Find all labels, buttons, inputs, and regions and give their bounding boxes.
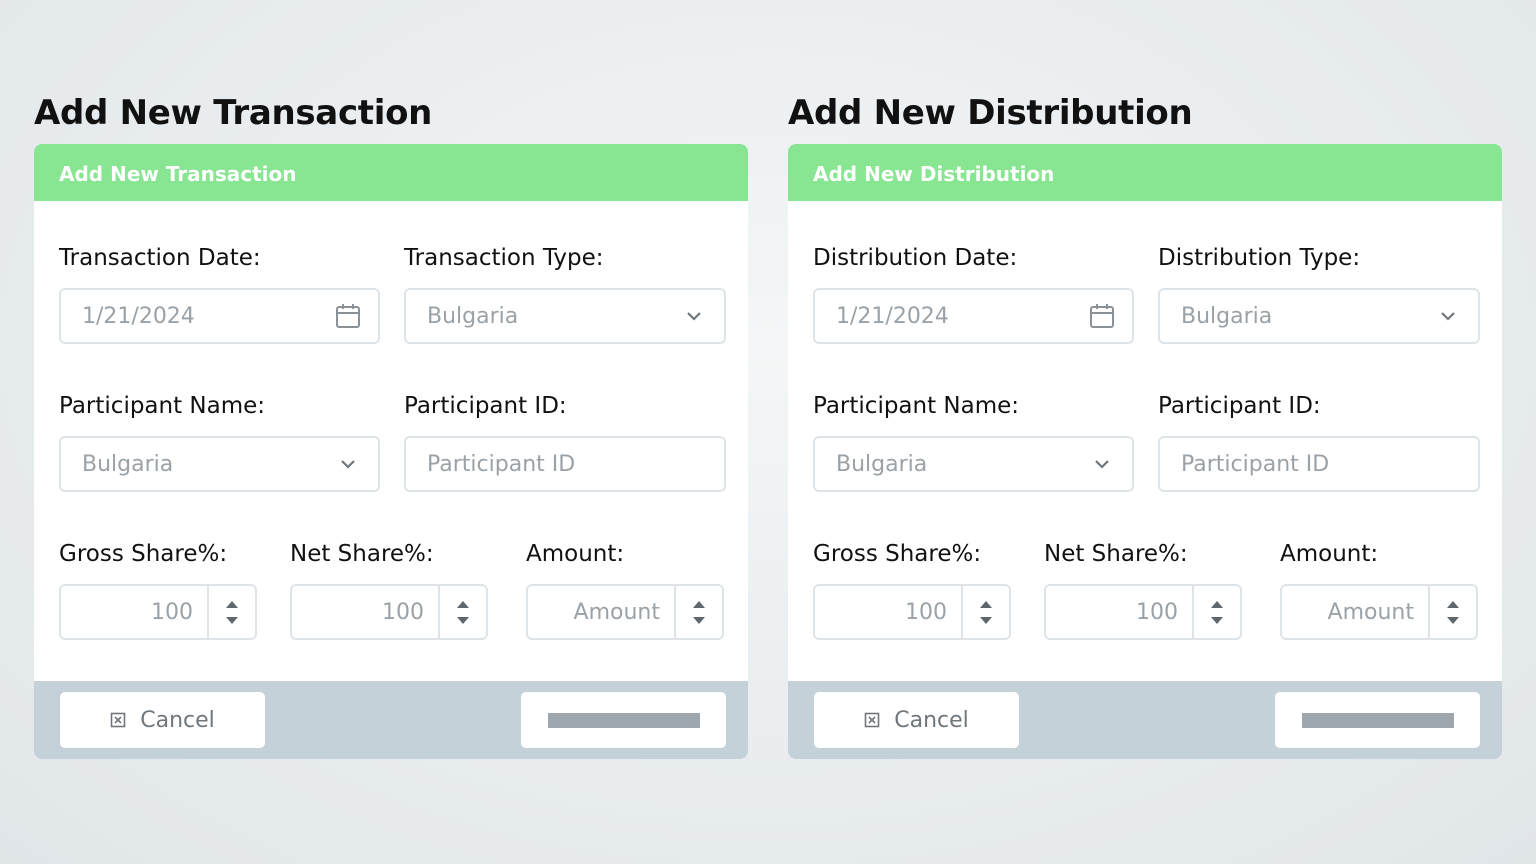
spinner[interactable] (1192, 586, 1240, 638)
participant-name-select[interactable]: Bulgaria (59, 436, 380, 492)
spinner[interactable] (207, 586, 255, 638)
redacted-label (547, 712, 700, 728)
redacted-label (1301, 712, 1454, 728)
transaction-form-card: Add New Transaction Transaction Date: 1/… (34, 144, 748, 759)
participant-name-label: Participant Name: (59, 393, 266, 419)
participant-id-placeholder: Participant ID (427, 451, 576, 477)
type-value: Bulgaria (427, 303, 519, 329)
chevron-down-icon[interactable] (980, 616, 992, 624)
gross-share-label: Gross Share%: (813, 541, 982, 567)
calendar-icon[interactable] (1072, 303, 1132, 329)
gross-share-label: Gross Share%: (59, 541, 228, 567)
card-footer: Cancel (788, 681, 1502, 759)
chevron-down-icon[interactable] (1447, 616, 1459, 624)
date-value: 1/21/2024 (836, 303, 949, 329)
transaction-type-label: Transaction Type: (404, 245, 604, 271)
distribution-date-label: Distribution Date: (813, 245, 1018, 271)
chevron-down-icon[interactable] (1211, 616, 1223, 624)
close-box-icon (864, 712, 880, 728)
close-box-icon (110, 712, 126, 728)
net-share-stepper[interactable]: 100 (1044, 584, 1242, 640)
card-header: Add New Transaction (34, 144, 748, 201)
chevron-down-icon (1418, 311, 1478, 321)
chevron-down-icon[interactable] (457, 616, 469, 624)
net-share-label: Net Share%: (1044, 541, 1188, 567)
cancel-button[interactable]: Cancel (60, 692, 265, 748)
page-title: Add New Distribution (788, 93, 1193, 133)
card-header: Add New Distribution (788, 144, 1502, 201)
chevron-up-icon[interactable] (980, 600, 992, 608)
participant-name-value: Bulgaria (82, 451, 174, 477)
transaction-type-select[interactable]: Bulgaria (404, 288, 726, 344)
cancel-label: Cancel (894, 707, 969, 733)
distribution-type-label: Distribution Type: (1158, 245, 1361, 271)
chevron-down-icon (318, 459, 378, 469)
distribution-type-select[interactable]: Bulgaria (1158, 288, 1480, 344)
page-title: Add New Transaction (34, 93, 433, 133)
distribution-date-input[interactable]: 1/21/2024 (813, 288, 1134, 344)
cancel-label: Cancel (140, 707, 215, 733)
participant-name-label: Participant Name: (813, 393, 1020, 419)
amount-stepper[interactable]: Amount (1280, 584, 1478, 640)
date-value: 1/21/2024 (82, 303, 195, 329)
chevron-up-icon[interactable] (226, 600, 238, 608)
cancel-button[interactable]: Cancel (814, 692, 1019, 748)
type-value: Bulgaria (1181, 303, 1273, 329)
amount-placeholder: Amount (573, 599, 660, 625)
chevron-down-icon (1072, 459, 1132, 469)
transaction-date-label: Transaction Date: (59, 245, 261, 271)
net-share-label: Net Share%: (290, 541, 434, 567)
net-share-value: 100 (1136, 599, 1178, 625)
save-button[interactable] (521, 692, 726, 748)
spinner[interactable] (961, 586, 1009, 638)
participant-name-value: Bulgaria (836, 451, 928, 477)
transaction-date-input[interactable]: 1/21/2024 (59, 288, 380, 344)
gross-share-value: 100 (905, 599, 947, 625)
chevron-up-icon[interactable] (1211, 600, 1223, 608)
chevron-up-icon[interactable] (693, 600, 705, 608)
amount-label: Amount: (1280, 541, 1379, 567)
participant-id-input[interactable]: Participant ID (404, 436, 726, 492)
net-share-stepper[interactable]: 100 (290, 584, 488, 640)
distribution-form-card: Add New Distribution Distribution Date: … (788, 144, 1502, 759)
chevron-up-icon[interactable] (1447, 600, 1459, 608)
calendar-icon[interactable] (318, 303, 378, 329)
gross-share-value: 100 (151, 599, 193, 625)
spinner[interactable] (1428, 586, 1476, 638)
net-share-value: 100 (382, 599, 424, 625)
participant-id-placeholder: Participant ID (1181, 451, 1330, 477)
participant-id-label: Participant ID: (404, 393, 567, 419)
gross-share-stepper[interactable]: 100 (813, 584, 1011, 640)
participant-id-label: Participant ID: (1158, 393, 1321, 419)
amount-label: Amount: (526, 541, 625, 567)
participant-id-input[interactable]: Participant ID (1158, 436, 1480, 492)
card-footer: Cancel (34, 681, 748, 759)
amount-placeholder: Amount (1327, 599, 1414, 625)
chevron-up-icon[interactable] (457, 600, 469, 608)
chevron-down-icon[interactable] (226, 616, 238, 624)
amount-stepper[interactable]: Amount (526, 584, 724, 640)
participant-name-select[interactable]: Bulgaria (813, 436, 1134, 492)
spinner[interactable] (674, 586, 722, 638)
chevron-down-icon (664, 311, 724, 321)
spinner[interactable] (438, 586, 486, 638)
chevron-down-icon[interactable] (693, 616, 705, 624)
gross-share-stepper[interactable]: 100 (59, 584, 257, 640)
save-button[interactable] (1275, 692, 1480, 748)
